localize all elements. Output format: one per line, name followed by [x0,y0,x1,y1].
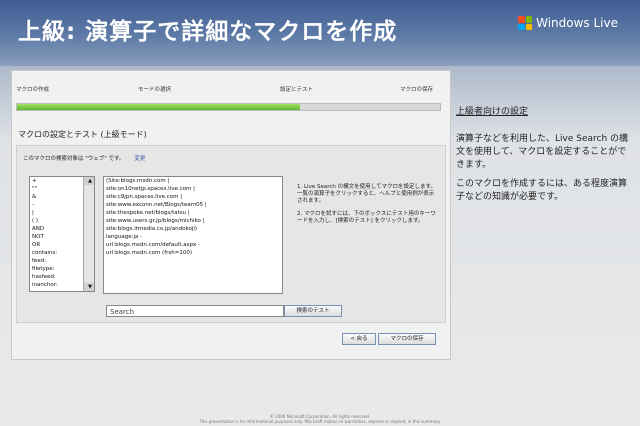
macro-line: site:c9jpn.spaces.live.com | [106,194,183,200]
macro-editor-area: このマクロの検索対象は "ウェブ" です。 変更 + "" & - | ( ) … [16,145,446,323]
help-text: 1. Live Search の構文を使用してマクロを設定します。一覧の演算子を… [297,184,437,231]
macro-line: (Site:blogs.msdn.com | [106,178,170,184]
wizard-panel: マクロの作成 モードの選択 設定とテスト マクロの保存 マクロの設定とテスト (… [11,70,451,360]
step-test: 設定とテスト [280,87,314,93]
disclaimer-text: This presentation is for informational p… [199,419,441,424]
test-search-input[interactable]: Search [106,305,284,317]
save-macro-button[interactable]: マクロの保存 [378,333,436,345]
scroll-up-icon[interactable]: ▲ [84,177,94,185]
back-button[interactable]: < 戻る [342,333,376,345]
change-target-link[interactable]: 変更 [134,156,145,162]
step-save: マクロの保存 [400,87,434,93]
help-step-2: 2. マクロを試すには、下のボックスにテスト用のキーワードを入力し、[検索のテス… [297,211,436,224]
step-mode: モードの選択 [138,87,172,93]
macro-line: language:ja - [106,234,143,240]
macro-line: site:www.users.gr.jp/blogs/michiko | [106,218,205,224]
search-target-text: このマクロの検索対象は "ウェブ" です。 変更 [23,154,145,162]
sidebar-heading: 上級者向けの設定 [456,107,529,117]
wizard-progress-bar [16,103,441,111]
header-bar: 上級: 演算子で詳細なマクロを作成 Windows Live [0,0,640,66]
macro-line: site:www.exconn.net/Blogs/team05 | [106,202,207,208]
windows-flag-icon [518,16,533,30]
sidebar-paragraph-1: 演算子などを利用した、Live Search の構文を使用して、マクロを設定する… [456,134,629,170]
test-search-button[interactable]: 検索のテスト [284,305,342,317]
windows-live-logo: Windows Live [518,16,618,30]
page-title: 上級: 演算子で詳細なマクロを作成 [18,19,398,45]
help-step-1: 1. Live Search の構文を使用してマクロを設定します。一覧の演算子を… [297,184,436,204]
section-title: マクロの設定とテスト (上級モード) [18,130,147,139]
wizard-steps: マクロの作成 モードの選択 設定とテスト マクロの保存 [16,85,444,93]
macro-line: site:on10netjp.spaces.live.com | [106,186,195,192]
progress-fill [17,104,301,110]
macro-textarea[interactable]: (Site:blogs.msdn.com | site:on10netjp.sp… [103,176,283,294]
search-target-label: このマクロの検索対象は "ウェブ" です。 [23,156,125,162]
brand-label: Windows Live [536,16,618,30]
macro-line: site:blogs.itmedia.co.jp/andokoji) [106,226,198,232]
sidebar-paragraph-2: このマクロを作成するには、ある程度演算子などの知識が必要です。 [456,179,628,202]
operator-list-scrollbar[interactable]: ▲ ▼ [83,177,94,291]
footer: © 2006 Microsoft Corporation. All rights… [150,414,490,424]
macro-line: url:blogs.msdn.com/default.aspx - [106,242,200,248]
macro-line: url:blogs.msdn.com (frsh=100) [106,250,193,256]
step-create: マクロの作成 [16,87,50,93]
scroll-down-icon[interactable]: ▼ [84,283,94,291]
sidebar-info: 上級者向けの設定 演算子などを利用した、Live Search の構文を使用して… [456,104,632,204]
macro-line: site:thespoke.net/blogs/tatsu | [106,210,190,216]
operator-list[interactable]: + "" & - | ( ) AND NOT OR contains: feed… [29,176,95,292]
